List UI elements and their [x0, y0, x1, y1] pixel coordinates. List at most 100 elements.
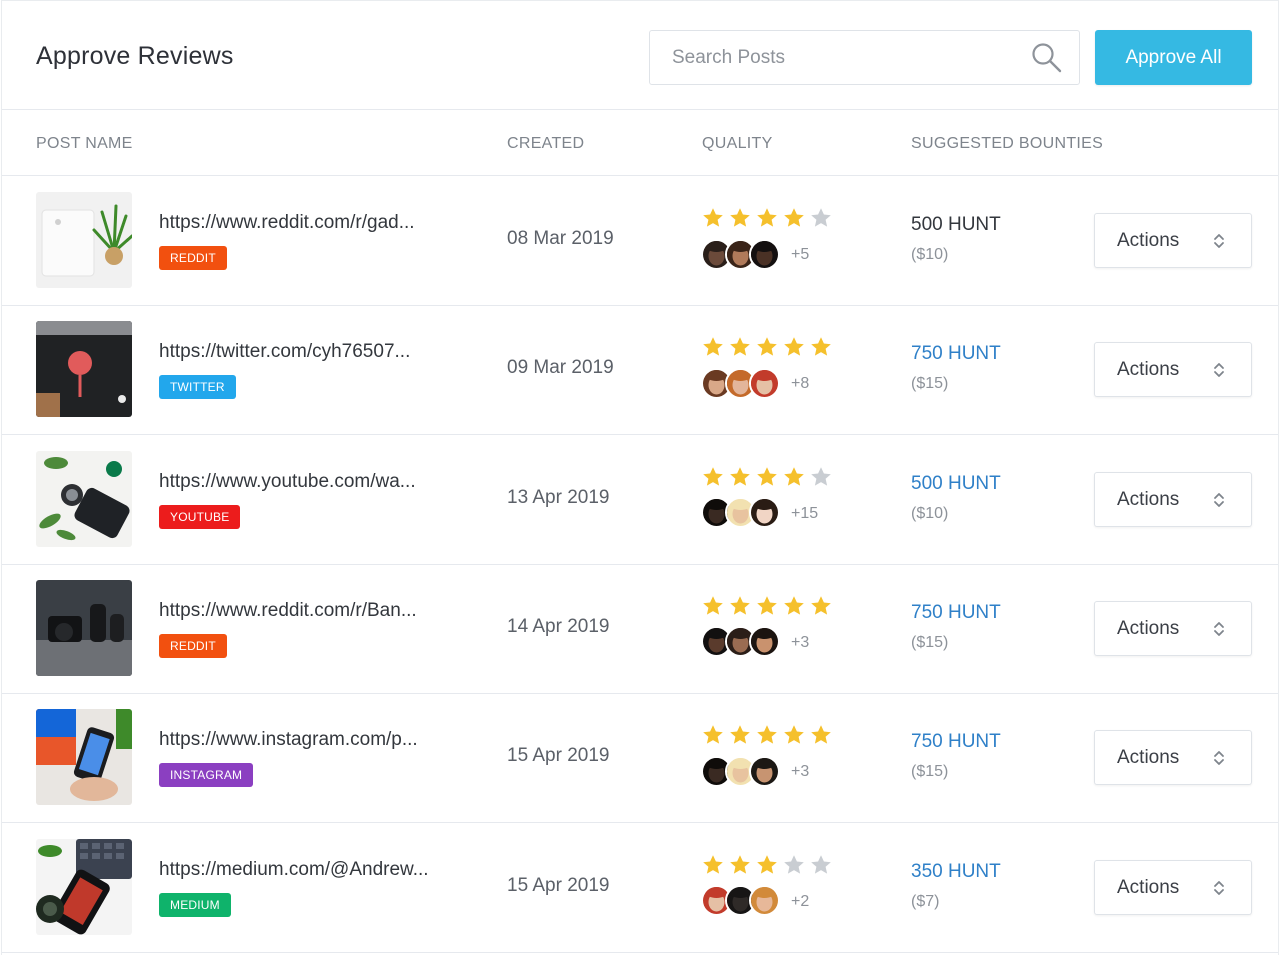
actions-dropdown[interactable]: Actions [1094, 730, 1252, 786]
star-icon [703, 854, 723, 874]
card-header: Approve Reviews Approve All [2, 1, 1278, 110]
column-header-post-name[interactable]: POST NAME [36, 135, 133, 153]
star-icon [703, 596, 723, 615]
star-icon [811, 725, 831, 744]
platform-badge: INSTAGRAM [159, 763, 254, 788]
post-link[interactable]: https://www.reddit.com/r/Ban... [159, 600, 417, 622]
sort-chevrons-icon [1212, 361, 1226, 379]
approve-all-button[interactable]: Approve All [1095, 30, 1252, 85]
post-thumbnail[interactable] [36, 450, 132, 547]
star-icon [757, 208, 777, 227]
actions-dropdown[interactable]: Actions [1094, 859, 1252, 915]
star-icon [757, 854, 777, 874]
star-icon [784, 854, 804, 874]
bounty-usd: ($7) [911, 892, 940, 910]
bounty-amount: 500 HUNT [911, 472, 1001, 494]
search-icon[interactable] [1030, 41, 1064, 75]
created-date: 13 Apr 2019 [507, 486, 610, 508]
star-icon [811, 466, 831, 486]
star-icon [811, 854, 831, 874]
column-header-quality[interactable]: QUALITY [702, 135, 773, 153]
platform-badge: TWITTER [159, 375, 236, 400]
search-box [649, 30, 1080, 85]
reviews-card: Approve Reviews Approve All POST NAME CR… [1, 0, 1279, 955]
reviewer-avatars[interactable] [701, 885, 780, 917]
bounty-usd: ($15) [911, 375, 949, 393]
actions-dropdown[interactable]: Actions [1094, 213, 1252, 268]
post-thumbnail[interactable] [36, 321, 132, 418]
more-reviewers-count: +2 [791, 892, 810, 910]
sort-chevrons-icon [1212, 879, 1226, 897]
star-icon [811, 208, 831, 227]
table-row: https://www.youtube.com/wa... YOUTUBE 13… [2, 435, 1278, 565]
post-link[interactable]: https://www.reddit.com/r/gad... [159, 212, 415, 234]
search-input[interactable] [650, 31, 1020, 84]
star-icon [757, 725, 777, 744]
post-thumbnail[interactable] [36, 192, 132, 288]
quality-rating [701, 853, 833, 877]
table-row: https://medium.com/@Andrew... MEDIUM 15 … [2, 823, 1278, 953]
bounty-amount: 350 HUNT [911, 860, 1001, 882]
platform-badge: MEDIUM [159, 892, 231, 917]
actions-dropdown[interactable]: Actions [1094, 471, 1252, 527]
post-link[interactable]: https://twitter.com/cyh76507... [159, 341, 410, 363]
sort-chevrons-icon [1212, 620, 1226, 638]
platform-badge: YOUTUBE [159, 504, 241, 529]
reviewer-avatars[interactable] [701, 238, 780, 270]
table-row: https://www.instagram.com/p... INSTAGRAM… [2, 693, 1278, 824]
table-row: https://twitter.com/cyh76507... TWITTER … [2, 305, 1278, 436]
star-icon [703, 337, 723, 356]
actions-label: Actions [1117, 230, 1180, 251]
table-header: POST NAME CREATED QUALITY SUGGESTED BOUN… [2, 110, 1278, 176]
star-icon [784, 337, 804, 356]
post-link[interactable]: https://www.instagram.com/p... [159, 729, 418, 751]
more-reviewers-count: +3 [791, 763, 810, 781]
quality-rating [701, 594, 833, 618]
actions-label: Actions [1117, 747, 1180, 769]
quality-rating [701, 465, 833, 489]
reviewer-avatars[interactable] [701, 497, 780, 529]
bounty-usd: ($15) [911, 763, 949, 781]
actions-dropdown[interactable]: Actions [1094, 342, 1252, 398]
created-date: 09 Mar 2019 [507, 357, 614, 379]
post-link[interactable]: https://www.youtube.com/wa... [159, 471, 416, 493]
star-icon [730, 725, 750, 744]
reviewer-avatars[interactable] [701, 367, 780, 399]
platform-badge: REDDIT [159, 246, 227, 270]
star-icon [730, 466, 750, 486]
reviewer-avatar[interactable] [749, 367, 780, 399]
post-thumbnail[interactable] [36, 838, 132, 935]
reviewer-avatars[interactable] [701, 755, 780, 787]
more-reviewers-count: +8 [791, 375, 810, 393]
column-header-created[interactable]: CREATED [507, 135, 584, 153]
created-date: 08 Mar 2019 [507, 228, 614, 249]
reviewer-avatar[interactable] [749, 238, 780, 270]
platform-badge: REDDIT [159, 633, 227, 658]
reviewer-avatars[interactable] [701, 626, 780, 658]
reviewer-avatar[interactable] [749, 885, 780, 916]
star-icon [811, 337, 831, 356]
bounty-amount: 750 HUNT [911, 601, 1001, 623]
more-reviewers-count: +5 [791, 246, 810, 263]
quality-rating [701, 206, 833, 230]
star-icon [703, 208, 723, 227]
actions-label: Actions [1117, 617, 1180, 639]
column-header-suggested-bounties[interactable]: SUGGESTED BOUNTIES [911, 135, 1103, 153]
bounty-amount: 500 HUNT [911, 214, 1001, 235]
star-icon [757, 596, 777, 615]
quality-rating [701, 335, 833, 359]
star-icon [730, 596, 750, 615]
quality-rating [701, 723, 833, 747]
reviewer-avatar[interactable] [749, 497, 780, 529]
star-icon [730, 854, 750, 874]
reviewer-avatar[interactable] [749, 626, 780, 658]
more-reviewers-count: +3 [791, 633, 810, 651]
post-thumbnail[interactable] [36, 709, 132, 806]
actions-dropdown[interactable]: Actions [1094, 600, 1252, 656]
post-thumbnail[interactable] [36, 579, 132, 676]
actions-label: Actions [1117, 488, 1180, 510]
post-link[interactable]: https://medium.com/@Andrew... [159, 859, 429, 881]
page-title: Approve Reviews [36, 42, 234, 70]
reviewer-avatar[interactable] [749, 755, 780, 787]
created-date: 15 Apr 2019 [507, 745, 610, 767]
